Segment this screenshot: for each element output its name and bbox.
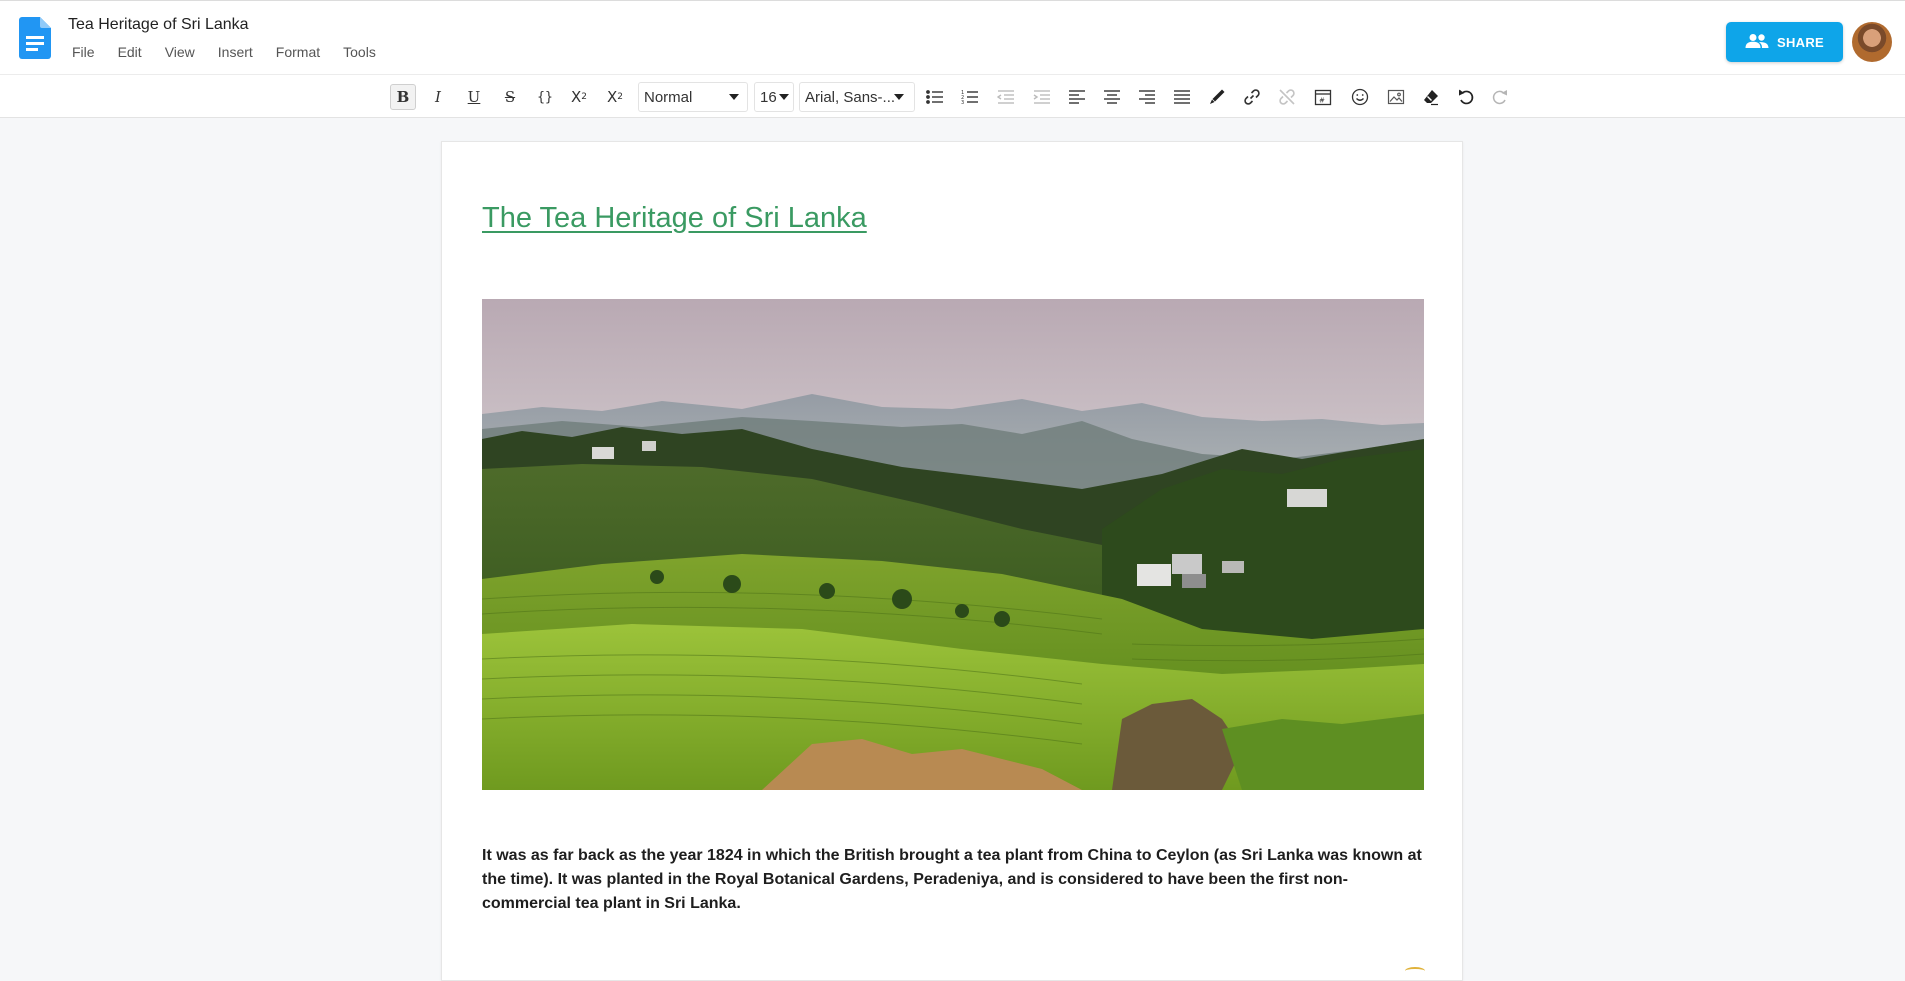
svg-text:3: 3 bbox=[961, 100, 964, 105]
document-heading[interactable]: The Tea Heritage of Sri Lanka bbox=[482, 202, 867, 235]
text-color-icon[interactable] bbox=[1204, 84, 1230, 110]
bold-button[interactable]: B bbox=[390, 84, 416, 110]
increase-indent-icon[interactable] bbox=[1029, 84, 1055, 110]
document-icon bbox=[19, 17, 51, 59]
menu-bar: File Edit View Insert Format Tools bbox=[72, 44, 399, 60]
numbered-list-icon[interactable]: 1 2 3 bbox=[957, 84, 983, 110]
document-page[interactable]: The Tea Heritage of Sri Lanka It was as … bbox=[441, 141, 1463, 981]
menu-tools[interactable]: Tools bbox=[343, 44, 376, 60]
document-title[interactable]: Tea Heritage of Sri Lanka bbox=[68, 16, 249, 34]
image-icon[interactable] bbox=[1383, 84, 1409, 110]
chevron-down-icon bbox=[729, 94, 739, 100]
paragraph-style-select[interactable]: Normal bbox=[638, 82, 748, 112]
undo-icon[interactable] bbox=[1453, 84, 1479, 110]
align-center-icon[interactable] bbox=[1099, 84, 1125, 110]
font-family-select[interactable]: Arial, Sans-... bbox=[799, 82, 915, 112]
user-avatar[interactable] bbox=[1852, 22, 1892, 62]
app-header: Tea Heritage of Sri Lanka File Edit View… bbox=[0, 0, 1905, 74]
align-right-icon[interactable] bbox=[1134, 84, 1160, 110]
share-label: SHARE bbox=[1776, 34, 1824, 50]
strikethrough-button[interactable]: S bbox=[498, 84, 522, 110]
subscript-exp: 2 bbox=[617, 92, 623, 102]
font-size-select[interactable]: 16 bbox=[754, 82, 794, 112]
superscript-base: X bbox=[570, 88, 582, 106]
code-button[interactable]: {} bbox=[533, 84, 557, 110]
menu-edit[interactable]: Edit bbox=[118, 44, 142, 60]
paragraph-style-value: Normal bbox=[644, 88, 693, 106]
emoji-icon[interactable] bbox=[1347, 84, 1373, 110]
link-icon[interactable] bbox=[1239, 84, 1265, 110]
font-family-value: Arial, Sans-... bbox=[805, 88, 896, 106]
clear-format-icon[interactable] bbox=[1418, 84, 1444, 110]
calendar-icon[interactable]: # bbox=[1310, 84, 1336, 110]
people-icon bbox=[1745, 33, 1769, 52]
tea-plantation-image[interactable] bbox=[482, 299, 1424, 790]
font-size-value: 16 bbox=[760, 88, 777, 106]
menu-file[interactable]: File bbox=[72, 44, 95, 60]
align-left-icon[interactable] bbox=[1064, 84, 1090, 110]
document-canvas: The Tea Heritage of Sri Lanka It was as … bbox=[0, 119, 1905, 981]
superscript-button[interactable]: X2 bbox=[566, 84, 592, 110]
justify-icon[interactable] bbox=[1169, 84, 1195, 110]
menu-insert[interactable]: Insert bbox=[218, 44, 253, 60]
superscript-exp: 2 bbox=[581, 92, 587, 102]
document-paragraph[interactable]: It was as far back as the year 1824 in w… bbox=[482, 844, 1432, 916]
decrease-indent-icon[interactable] bbox=[993, 84, 1019, 110]
subscript-button[interactable]: X2 bbox=[602, 84, 628, 110]
chevron-down-icon bbox=[894, 94, 904, 100]
chevron-down-icon bbox=[779, 94, 789, 100]
menu-format[interactable]: Format bbox=[276, 44, 320, 60]
bulleted-list-icon[interactable] bbox=[922, 84, 948, 110]
italic-button[interactable]: I bbox=[426, 84, 450, 110]
menu-view[interactable]: View bbox=[165, 44, 195, 60]
svg-text:#: # bbox=[1319, 97, 1325, 105]
subscript-base: X bbox=[606, 88, 618, 106]
decorative-mark bbox=[1405, 967, 1425, 975]
formatting-toolbar: B I U S {} X2 X2 Normal 16 Arial, Sans-.… bbox=[0, 74, 1905, 118]
redo-icon[interactable] bbox=[1487, 84, 1513, 110]
share-button[interactable]: SHARE bbox=[1726, 22, 1843, 62]
unlink-icon[interactable] bbox=[1274, 84, 1300, 110]
underline-button[interactable]: U bbox=[462, 84, 486, 110]
